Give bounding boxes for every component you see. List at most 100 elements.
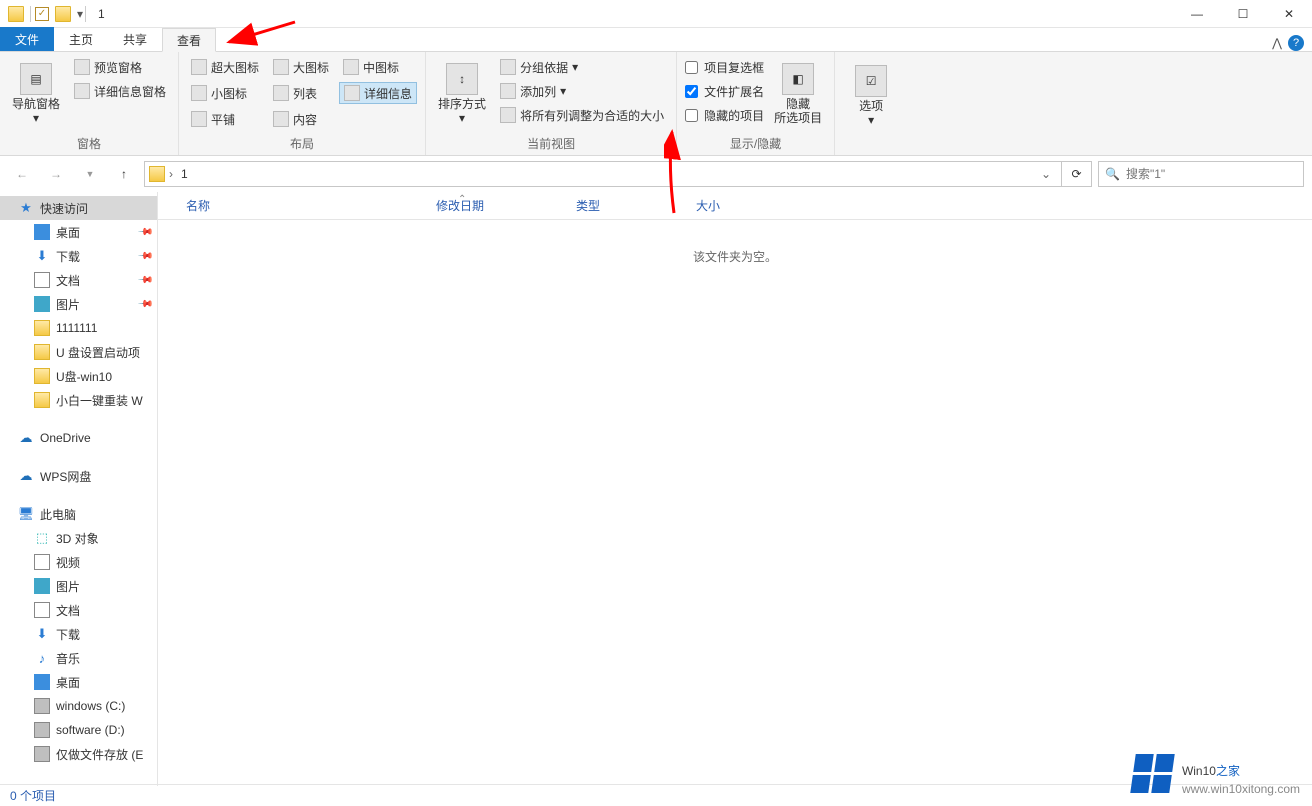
- ribbon-group-layout: 超大图标 大图标 中图标 小图标 列表 详细信息 平铺 内容 布局: [179, 52, 426, 155]
- ribbon: ▤ 导航窗格▾ 预览窗格 详细信息窗格 窗格 超大图标 大图标 中图标 小图标 …: [0, 52, 1312, 156]
- tree-folder-3[interactable]: U盘-win10: [0, 364, 157, 388]
- refresh-button[interactable]: ⟳: [1062, 161, 1092, 187]
- file-ext-checkbox[interactable]: [685, 85, 698, 98]
- tab-home[interactable]: 主页: [54, 27, 108, 51]
- search-icon: 🔍: [1105, 167, 1120, 181]
- separator: [30, 6, 31, 22]
- hide-selected-button[interactable]: ◧ 隐藏所选项目: [770, 56, 826, 132]
- tree-wps[interactable]: ☁WPS网盘: [0, 464, 157, 488]
- tree-3d-objects[interactable]: ⬚3D 对象: [0, 526, 157, 550]
- tree-videos[interactable]: 视频: [0, 550, 157, 574]
- qat-dropdown-icon[interactable]: ▾: [77, 7, 83, 21]
- view-large-icons[interactable]: 大图标: [269, 56, 333, 78]
- tree-quick-access[interactable]: ★快速访问: [0, 196, 157, 220]
- forward-button[interactable]: →: [42, 160, 70, 188]
- pc-icon: 🖥: [18, 506, 34, 522]
- folder-icon: [34, 320, 50, 336]
- qat-folder-icon[interactable]: [55, 6, 71, 22]
- view-list[interactable]: 列表: [269, 82, 333, 104]
- sort-by-icon: ↕: [446, 63, 478, 95]
- nav-pane-label: 导航窗格: [12, 97, 60, 111]
- tree-drive-c[interactable]: windows (C:): [0, 694, 157, 718]
- window-title: 1: [98, 7, 105, 21]
- folder-icon: [34, 368, 50, 384]
- tree-folder-4[interactable]: 小白一键重装 W: [0, 388, 157, 412]
- column-name[interactable]: 名称: [178, 197, 428, 214]
- help-icon[interactable]: ?: [1288, 35, 1304, 51]
- address-dropdown-icon[interactable]: ⌄: [1035, 167, 1057, 181]
- sort-by-button[interactable]: ↕ 排序方式▾: [434, 56, 490, 132]
- options-button[interactable]: ☑ 选项▾: [843, 56, 899, 135]
- tree-downloads-2[interactable]: ⬇下载: [0, 622, 157, 646]
- group-by-button[interactable]: 分组依据 ▾: [496, 56, 668, 78]
- recent-dropdown[interactable]: ▼: [76, 160, 104, 188]
- view-tiles[interactable]: 平铺: [187, 108, 263, 130]
- view-small-icons[interactable]: 小图标: [187, 82, 263, 104]
- hidden-items-toggle[interactable]: 隐藏的项目: [685, 104, 764, 126]
- folder-icon: [34, 392, 50, 408]
- sort-indicator-icon: ⌃: [458, 194, 466, 205]
- watermark-brand: Win10之家: [1182, 751, 1240, 782]
- item-checkboxes-toggle[interactable]: 项目复选框: [685, 56, 764, 78]
- titlebar: ✓ ▾ 1 — ☐ ✕: [0, 0, 1312, 28]
- add-columns-button[interactable]: 添加列 ▾: [496, 80, 668, 102]
- hide-selected-icon: ◧: [782, 63, 814, 95]
- tab-view[interactable]: 查看: [162, 28, 216, 52]
- size-columns-button[interactable]: 将所有列调整为合适的大小: [496, 104, 668, 126]
- nav-pane-button[interactable]: ▤ 导航窗格▾: [8, 56, 64, 132]
- tree-pictures[interactable]: 图片📌: [0, 292, 157, 316]
- file-ext-toggle[interactable]: 文件扩展名: [685, 80, 764, 102]
- tree-folder-1[interactable]: 1111111: [0, 316, 157, 340]
- column-type[interactable]: 类型: [568, 197, 688, 214]
- group-label-currentview: 当前视图: [434, 132, 668, 155]
- view-content[interactable]: 内容: [269, 108, 333, 130]
- breadcrumb[interactable]: 1: [177, 167, 192, 181]
- details-pane-button[interactable]: 详细信息窗格: [70, 80, 170, 102]
- cloud-icon: ☁: [18, 468, 34, 484]
- tree-desktop-2[interactable]: 桌面: [0, 670, 157, 694]
- tree-documents[interactable]: 文档📌: [0, 268, 157, 292]
- navigation-tree: ★快速访问 桌面📌 ⬇下载📌 文档📌 图片📌 1111111 U 盘设置启动项 …: [0, 192, 158, 786]
- close-button[interactable]: ✕: [1266, 0, 1312, 28]
- view-extra-large-icons[interactable]: 超大图标: [187, 56, 263, 78]
- nav-pane-icon: ▤: [20, 63, 52, 95]
- tree-pictures-2[interactable]: 图片: [0, 574, 157, 598]
- item-checkboxes-checkbox[interactable]: [685, 61, 698, 74]
- tree-downloads[interactable]: ⬇下载📌: [0, 244, 157, 268]
- column-size[interactable]: 大小: [688, 197, 788, 214]
- column-date[interactable]: 修改日期: [428, 197, 568, 214]
- ribbon-group-showhide: 项目复选框 文件扩展名 隐藏的项目 ◧ 隐藏所选项目 显示/隐藏: [677, 52, 835, 155]
- view-medium-icons[interactable]: 中图标: [339, 56, 417, 78]
- minimize-button[interactable]: —: [1174, 0, 1220, 28]
- status-bar: 0 个项目: [0, 784, 1312, 806]
- tree-drive-e[interactable]: 仅做文件存放 (E: [0, 742, 157, 766]
- hidden-items-checkbox[interactable]: [685, 109, 698, 122]
- tree-desktop[interactable]: 桌面📌: [0, 220, 157, 244]
- up-button[interactable]: ↑: [110, 160, 138, 188]
- tree-onedrive[interactable]: ☁OneDrive: [0, 426, 157, 450]
- tab-file[interactable]: 文件: [0, 27, 54, 51]
- tree-this-pc[interactable]: 🖥此电脑: [0, 502, 157, 526]
- m-icons-icon: [343, 59, 359, 75]
- tree-documents-2[interactable]: 文档: [0, 598, 157, 622]
- ribbon-collapse-icon[interactable]: ⋀: [1272, 36, 1282, 50]
- document-icon: [34, 602, 50, 618]
- search-input[interactable]: [1126, 167, 1297, 181]
- qat-checkbox-icon[interactable]: ✓: [35, 7, 49, 21]
- address-bar[interactable]: › 1 ⌄: [144, 161, 1062, 187]
- drive-icon: [34, 746, 50, 762]
- options-label: 选项: [859, 99, 883, 113]
- maximize-button[interactable]: ☐: [1220, 0, 1266, 28]
- search-box[interactable]: 🔍: [1098, 161, 1304, 187]
- back-button[interactable]: ←: [8, 160, 36, 188]
- tree-folder-2[interactable]: U 盘设置启动项: [0, 340, 157, 364]
- tree-music[interactable]: ♪音乐: [0, 646, 157, 670]
- tree-drive-d[interactable]: software (D:): [0, 718, 157, 742]
- view-details[interactable]: 详细信息: [339, 82, 417, 104]
- details-icon: [344, 85, 360, 101]
- preview-pane-button[interactable]: 预览窗格: [70, 56, 170, 78]
- group-label-layout: 布局: [187, 132, 417, 155]
- desktop-icon: [34, 224, 50, 240]
- music-icon: ♪: [34, 650, 50, 666]
- tab-share[interactable]: 共享: [108, 27, 162, 51]
